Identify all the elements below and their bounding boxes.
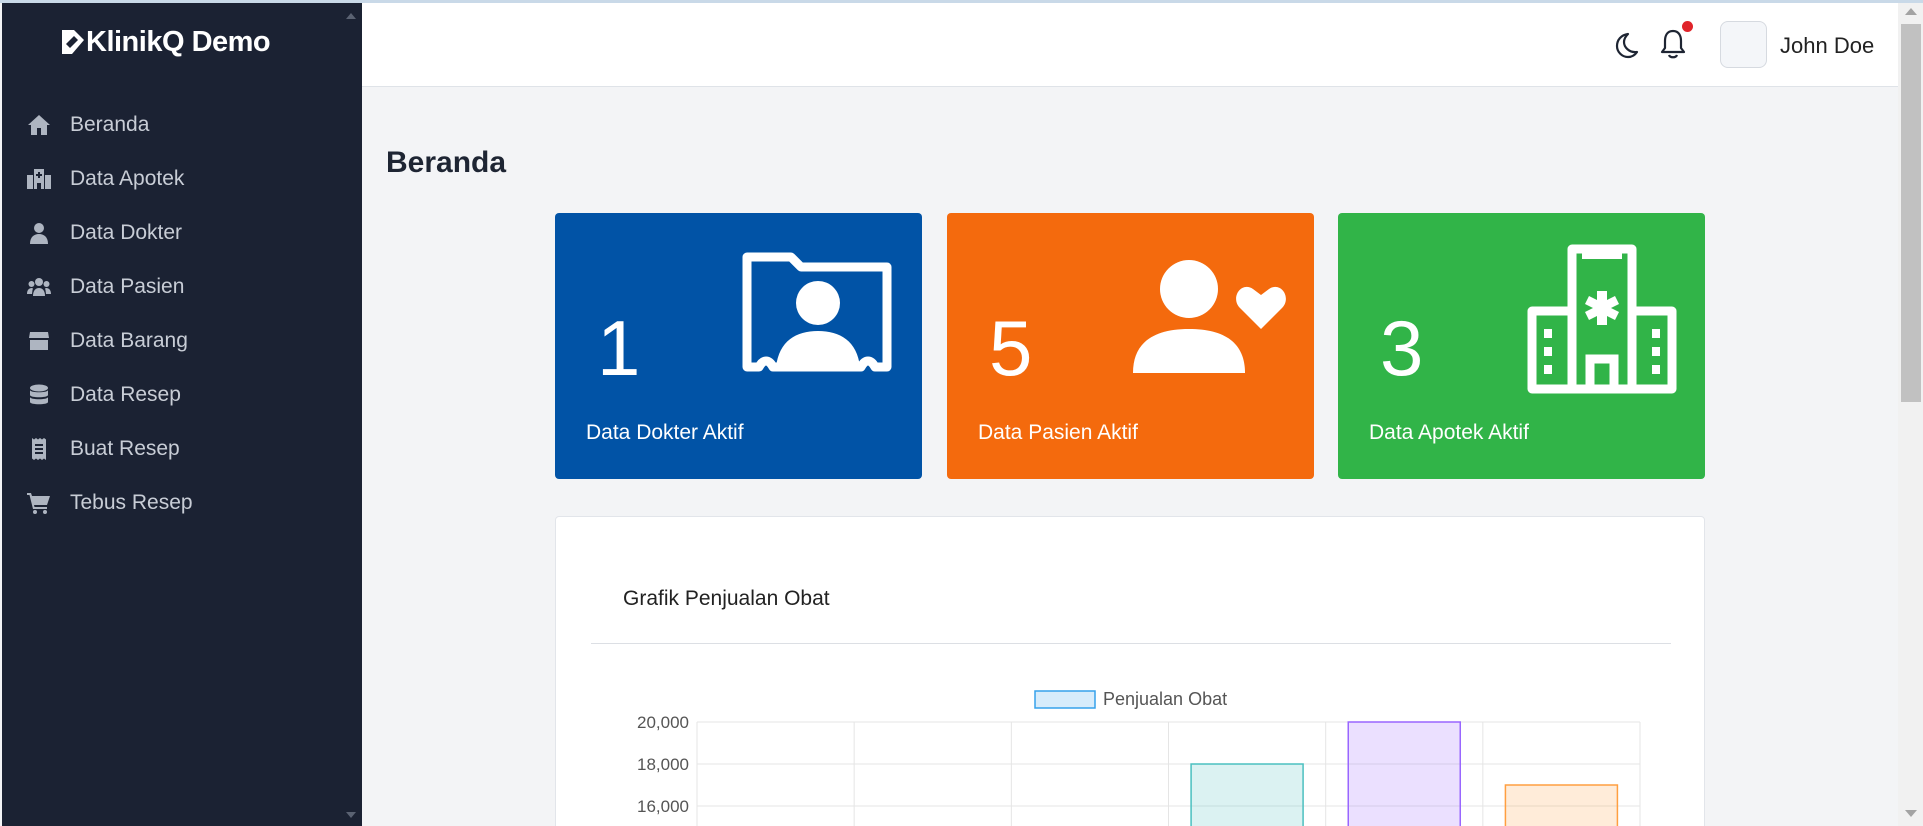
database-icon (26, 382, 52, 408)
sidebar-item-tebus-resep[interactable]: Tebus Resep (2, 476, 362, 530)
hospital-icon (26, 166, 52, 192)
stat-value: 1 (597, 304, 641, 392)
bell-icon[interactable] (1658, 28, 1688, 60)
home-icon (26, 112, 52, 138)
chart-bar (1190, 763, 1304, 826)
sidebar-item-label: Tebus Resep (70, 491, 193, 514)
scrollbar-up-arrow[interactable] (1905, 8, 1917, 15)
users-icon (26, 274, 52, 300)
chart-bar (1347, 721, 1461, 826)
box-icon (26, 328, 52, 354)
sidebar-menu: Beranda Data Apotek Data Dokter Data Pas… (2, 98, 362, 530)
stat-label: Data Apotek Aktif (1369, 421, 1529, 444)
sidebar-item-beranda[interactable]: Beranda (2, 98, 362, 152)
sidebar-item-data-resep[interactable]: Data Resep (2, 368, 362, 422)
user-heart-icon (1133, 260, 1286, 373)
page-title: Beranda (386, 146, 507, 179)
stat-card-pasien[interactable]: 5 Data Pasien Aktif (947, 213, 1314, 479)
brand-name: KlinikQ Demo (86, 25, 271, 58)
doctor-folder-icon (742, 252, 892, 372)
sidebar-scroll-down-arrow[interactable] (346, 812, 356, 818)
doctor-icon (26, 220, 52, 246)
sidebar-item-data-pasien[interactable]: Data Pasien (2, 260, 362, 314)
legend-label: Penjualan Obat (1103, 689, 1227, 709)
sidebar-item-label: Data Pasien (70, 275, 185, 298)
y-tick-label: 18,000 (637, 755, 689, 774)
sidebar-item-label: Buat Resep (70, 437, 180, 460)
sidebar-scroll-up-arrow[interactable] (346, 13, 356, 19)
y-tick-label: 20,000 (637, 713, 689, 732)
notification-badge (1682, 21, 1693, 32)
stat-label: Data Dokter Aktif (586, 421, 744, 444)
sidebar-item-data-apotek[interactable]: Data Apotek (2, 152, 362, 206)
page-scrollbar-thumb[interactable] (1901, 24, 1921, 402)
sidebar-item-label: Beranda (70, 113, 150, 136)
hospital-building-icon (1527, 244, 1677, 394)
cart-icon (26, 490, 52, 516)
stat-label: Data Pasien Aktif (978, 421, 1138, 444)
chart-panel: Grafik Penjualan Obat 20,000 18,000 16,000… (555, 516, 1705, 826)
y-tick-label: 16,000 (637, 797, 689, 816)
brand-logo[interactable]: KlinikQ Demo (62, 25, 271, 59)
brand-mark-icon (62, 30, 84, 54)
sidebar: KlinikQ Demo Beranda Data Apotek Data Do… (2, 3, 362, 826)
bar-chart: 20,000 18,000 16,000 Penjualan Obat (637, 689, 1641, 826)
sidebar-item-data-dokter[interactable]: Data Dokter (2, 206, 362, 260)
sidebar-item-data-barang[interactable]: Data Barang (2, 314, 362, 368)
stat-card-dokter[interactable]: 1 Data Dokter Aktif (555, 213, 922, 479)
top-bar: John Doe (362, 3, 1898, 87)
user-name[interactable]: John Doe (1780, 33, 1874, 59)
sidebar-item-label: Data Apotek (70, 167, 185, 190)
sidebar-item-label: Data Dokter (70, 221, 183, 244)
avatar[interactable] (1720, 21, 1767, 68)
sidebar-item-buat-resep[interactable]: Buat Resep (2, 422, 362, 476)
legend-swatch (1034, 690, 1096, 709)
stat-value: 5 (989, 304, 1033, 392)
receipt-icon (26, 436, 52, 462)
chart-bar (1504, 784, 1619, 826)
stat-card-apotek[interactable]: 3 Data Apotek Aktif (1338, 213, 1705, 479)
sidebar-item-label: Data Resep (70, 383, 181, 406)
moon-icon[interactable] (1610, 30, 1640, 60)
sidebar-item-label: Data Barang (70, 329, 188, 352)
stat-value: 3 (1380, 304, 1424, 392)
scrollbar-down-arrow[interactable] (1905, 810, 1917, 817)
